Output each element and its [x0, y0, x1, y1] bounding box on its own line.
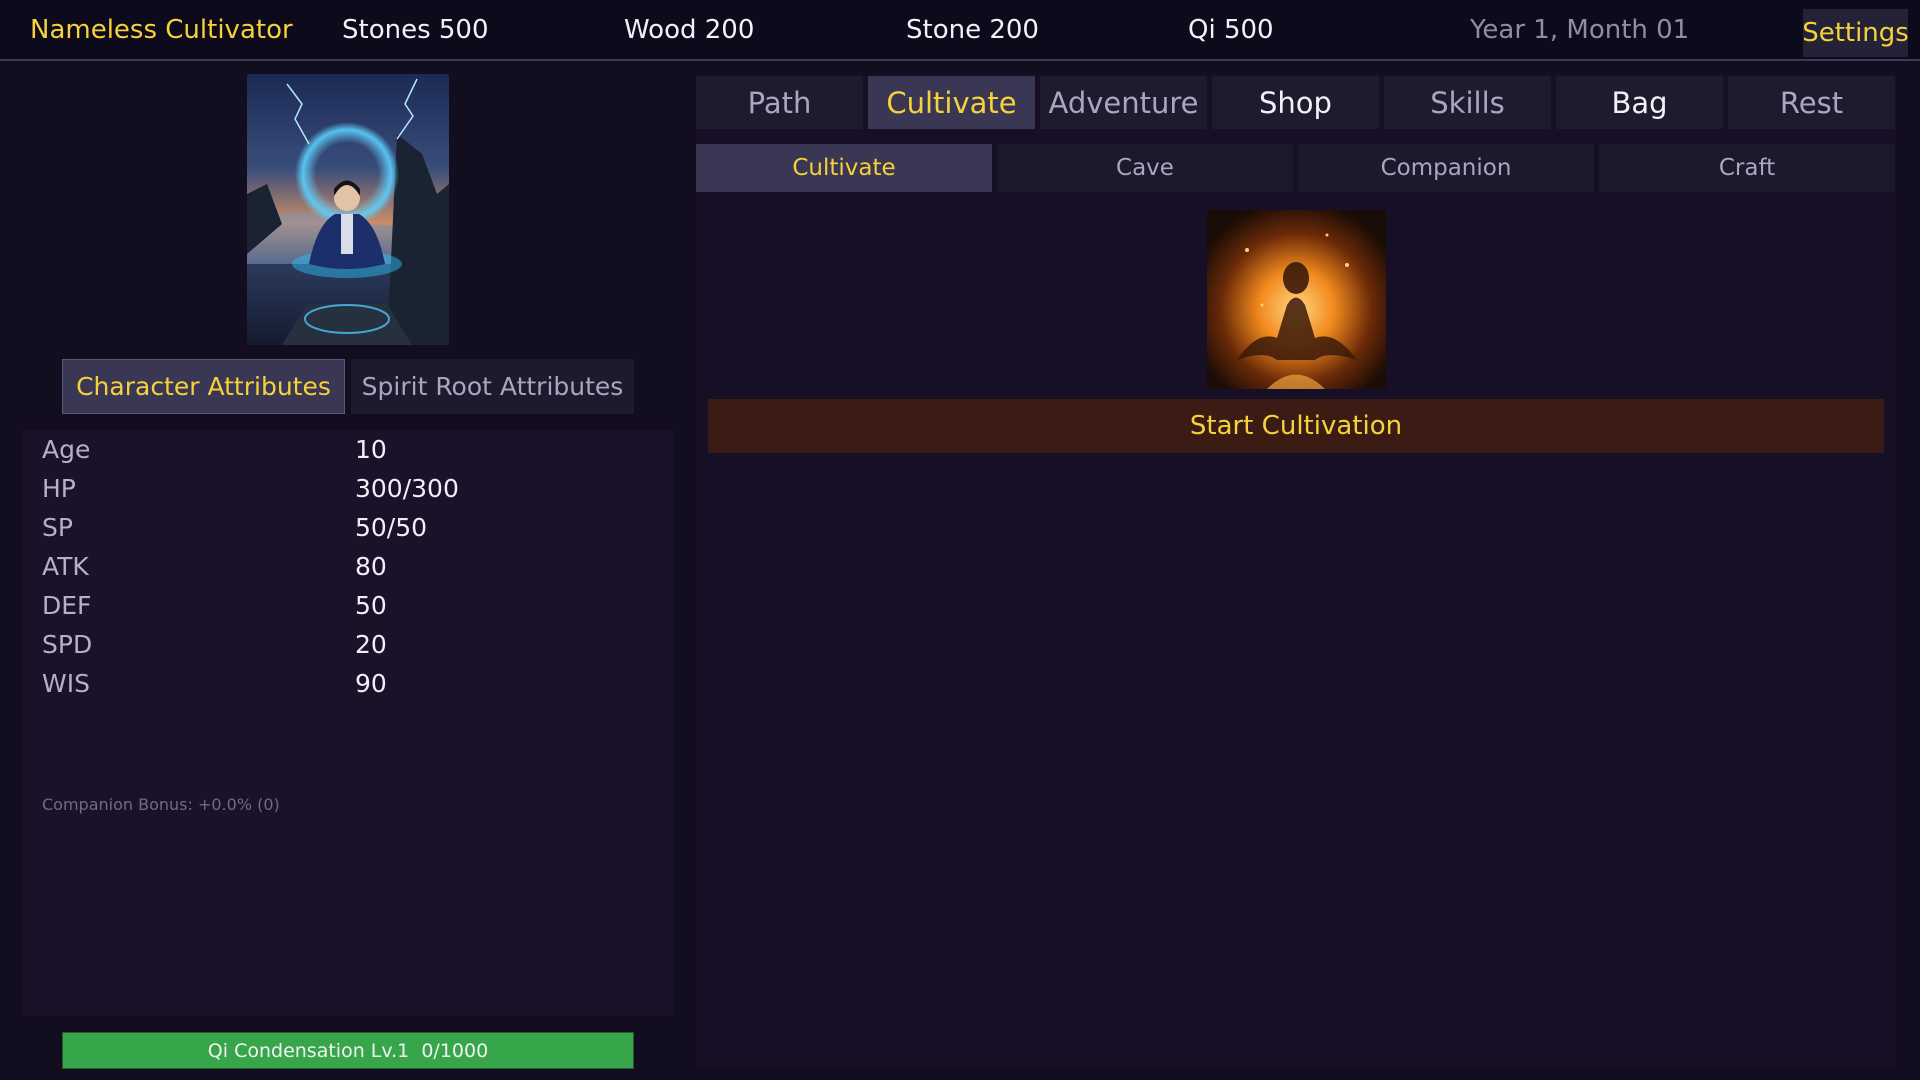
stats-panel: Age 10 HP 300/300 SP 50/50 ATK 80 DEF 50… [23, 430, 673, 1016]
tab-path[interactable]: Path [696, 76, 863, 129]
game-date: Year 1, Month 01 [1470, 15, 1690, 45]
stat-value: 90 [355, 669, 387, 698]
meditating-cultivator-portrait-image [247, 74, 449, 345]
stat-value: 50 [355, 591, 387, 620]
subtab-craft[interactable]: Craft [1599, 144, 1895, 192]
stat-value: 10 [355, 435, 387, 464]
character-name: Nameless Cultivator [30, 15, 293, 45]
cultivation-flame-image [1207, 210, 1386, 389]
stat-row-def: DEF 50 [23, 586, 673, 625]
realm-progress-label: Qi Condensation Lv.1 0/1000 [207, 1039, 489, 1062]
subtab-cave[interactable]: Cave [997, 144, 1293, 192]
tab-rest[interactable]: Rest [1728, 76, 1895, 129]
top-bar: Nameless Cultivator Stones 500 Wood 200 … [0, 0, 1920, 61]
stat-label: WIS [42, 669, 90, 698]
tab-adventure[interactable]: Adventure [1040, 76, 1207, 129]
flame-meditation-image [1207, 210, 1386, 389]
stat-row-atk: ATK 80 [23, 547, 673, 586]
stat-row-spd: SPD 20 [23, 625, 673, 664]
stat-label: ATK [42, 552, 89, 581]
settings-button[interactable]: Settings [1802, 9, 1909, 57]
tab-spirit-root-attributes[interactable]: Spirit Root Attributes [351, 359, 634, 414]
stat-value: 50/50 [355, 513, 428, 542]
stat-label: SP [42, 513, 73, 542]
resource-qi: Qi 500 [1188, 15, 1274, 45]
stat-row-age: Age 10 [23, 430, 673, 469]
subtab-companion[interactable]: Companion [1298, 144, 1594, 192]
character-portrait [247, 74, 449, 345]
tab-shop[interactable]: Shop [1212, 76, 1379, 129]
stat-value: 300/300 [355, 474, 459, 503]
stat-row-sp: SP 50/50 [23, 508, 673, 547]
resource-wood: Wood 200 [624, 15, 755, 45]
stat-label: DEF [42, 591, 92, 620]
stat-value: 20 [355, 630, 387, 659]
realm-progress-bar: Qi Condensation Lv.1 0/1000 [62, 1032, 634, 1069]
tab-skills[interactable]: Skills [1384, 76, 1551, 129]
stat-label: Age [42, 435, 91, 464]
stat-label: SPD [42, 630, 93, 659]
subtab-cultivate[interactable]: Cultivate [696, 144, 992, 192]
tab-bag[interactable]: Bag [1556, 76, 1723, 129]
resource-stone: Stone 200 [906, 15, 1039, 45]
tab-character-attributes[interactable]: Character Attributes [62, 359, 345, 414]
stat-row-wis: WIS 90 [23, 664, 673, 703]
resource-stones: Stones 500 [342, 15, 489, 45]
companion-bonus: Companion Bonus: +0.0% (0) [42, 795, 280, 814]
stat-value: 80 [355, 552, 387, 581]
tab-cultivate[interactable]: Cultivate [868, 76, 1035, 129]
start-cultivation-button[interactable]: Start Cultivation [708, 399, 1884, 453]
stat-label: HP [42, 474, 76, 503]
stat-row-hp: HP 300/300 [23, 469, 673, 508]
